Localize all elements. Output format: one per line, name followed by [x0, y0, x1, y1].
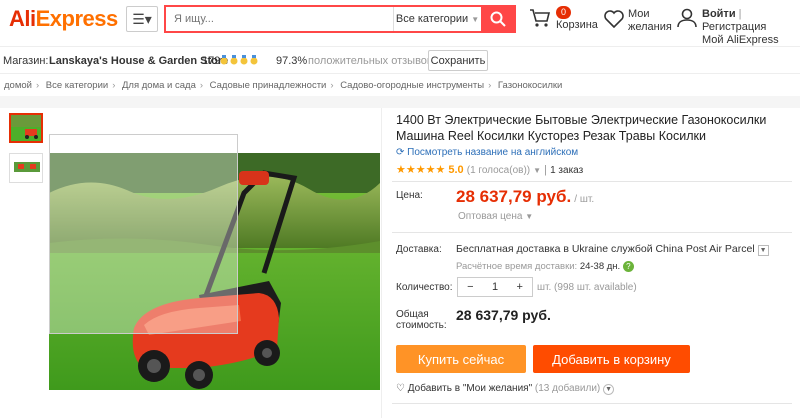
- quantity-increase-button[interactable]: +: [507, 281, 532, 293]
- delivery-text: Бесплатная доставка в Ukraine службой Ch…: [456, 243, 755, 255]
- quantity-input[interactable]: 1: [483, 281, 508, 293]
- search-input[interactable]: [166, 7, 393, 31]
- mower-thumbnail-image-2: [10, 154, 42, 182]
- chevron-down-icon: ▼: [525, 212, 534, 221]
- thumbnail-2[interactable]: [9, 153, 43, 183]
- feedback-percent: 97.3%: [276, 55, 308, 67]
- price-label: Цена:: [396, 190, 423, 201]
- heart-icon[interactable]: [604, 10, 624, 28]
- translate-link[interactable]: Посмотреть название на английском: [407, 147, 578, 158]
- login-link[interactable]: Войти: [702, 8, 736, 20]
- quantity-label: Количество:: [396, 282, 453, 293]
- add-to-wishlist-link[interactable]: Добавить в "Мои желания": [408, 383, 532, 394]
- column-divider: [381, 108, 382, 418]
- feedback-label: положительных отзывов: [308, 55, 433, 67]
- section-divider: [0, 96, 800, 108]
- wholesale-label: Оптовая цена: [458, 211, 523, 222]
- wishlist-label-1: Мои: [628, 8, 650, 20]
- search-icon: [490, 11, 506, 27]
- help-icon[interactable]: ?: [622, 261, 634, 272]
- aliexpress-logo[interactable]: AliExpress: [9, 6, 118, 32]
- total-label-line-1: Общая: [396, 309, 429, 320]
- breadcrumb: домой › Все категории › Для дома и сада › С…: [4, 80, 563, 91]
- wishlist-count: (13 добавили): [534, 383, 601, 394]
- delivery-label: Доставка:: [396, 244, 442, 255]
- heart-icon: ♡: [396, 383, 405, 394]
- breadcrumb-all-categories[interactable]: Все категории: [46, 80, 108, 91]
- delivery-time-label: Расчётное время доставки:: [456, 261, 578, 272]
- chevron-down-icon: ▼: [533, 166, 542, 175]
- store-bar: Магазин: Lanskaya's House & Garden Store…: [0, 46, 800, 74]
- breadcrumb-garden-tools[interactable]: Садово-огородные инструменты: [340, 80, 484, 91]
- zoom-lens-overlay: [49, 134, 238, 334]
- delivery-options-dropdown[interactable]: ▼: [757, 245, 769, 256]
- breadcrumb-home[interactable]: домой: [4, 80, 32, 91]
- product-title: 1400 Вт Электрические Бытовые Электричес…: [396, 113, 767, 143]
- total-label: Общая стоимость:: [396, 309, 447, 331]
- divider: [392, 403, 792, 404]
- rating-value: 5.0: [448, 164, 464, 176]
- cart-icon[interactable]: [529, 8, 551, 28]
- wishlist-link[interactable]: Мои желания: [628, 8, 672, 34]
- breadcrumb-home-garden[interactable]: Для дома и сада: [122, 80, 196, 91]
- breadcrumb-garden-supplies[interactable]: Садовые принадлежности: [210, 80, 327, 91]
- divider: [392, 232, 792, 233]
- quantity-stepper: − 1 +: [457, 277, 533, 297]
- divider: [392, 181, 792, 182]
- wholesale-link[interactable]: Оптовая цена ▼: [458, 211, 533, 222]
- categories-menu-button[interactable]: ☰▾: [126, 6, 158, 32]
- wishlist-dropdown[interactable]: ▼: [603, 384, 615, 395]
- save-store-button[interactable]: Сохранить: [428, 50, 488, 71]
- wishlist-label-2: желания: [628, 21, 672, 33]
- hamburger-icon: ☰▾: [132, 10, 152, 27]
- delivery-time-value: 24-38 дн.: [579, 261, 621, 272]
- store-score: 179: [202, 55, 221, 67]
- total-label-line-2: стоимость:: [396, 320, 447, 331]
- quantity-decrease-button[interactable]: −: [458, 281, 483, 293]
- thumbnail-1[interactable]: [9, 113, 43, 143]
- search-category-select[interactable]: Все категории ▼: [393, 7, 481, 31]
- translate-icon: ⟳: [396, 147, 405, 158]
- cart-label[interactable]: Корзина: [556, 19, 598, 32]
- user-icon[interactable]: [677, 8, 697, 28]
- buy-now-button[interactable]: Купить сейчас: [396, 345, 526, 373]
- store-label: Магазин:: [3, 55, 49, 67]
- search-category-label: Все категории: [395, 13, 469, 25]
- header: AliExpress ☰▾ Все категории ▼ 0 Корзина …: [0, 0, 800, 46]
- cart-count-badge: 0: [556, 6, 572, 19]
- total-price: 28 637,79 руб.: [456, 307, 551, 323]
- search-button[interactable]: [481, 7, 514, 31]
- orders-count: 1 заказ: [550, 165, 584, 176]
- votes-link[interactable]: (1 голоса(ов)): [467, 165, 530, 176]
- register-link[interactable]: Регистрация: [702, 21, 766, 33]
- add-to-cart-button[interactable]: Добавить в корзину: [533, 345, 690, 373]
- price-value: 28 637,79 руб.: [456, 187, 572, 206]
- per-unit-label: / шт.: [574, 194, 595, 205]
- rating-stars-icon: ★★★★★: [396, 164, 446, 176]
- mower-thumbnail-image: [11, 115, 41, 141]
- breadcrumb-lawn-mowers[interactable]: Газонокосилки: [498, 80, 562, 91]
- search-bar: Все категории ▼: [164, 5, 516, 33]
- chevron-down-icon: ▼: [471, 14, 480, 24]
- store-medals-icon: [220, 55, 258, 65]
- stock-info: шт. (998 шт. available): [537, 282, 637, 293]
